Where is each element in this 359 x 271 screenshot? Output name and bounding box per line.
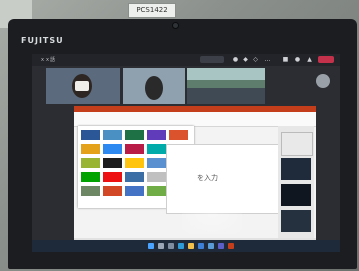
gallery-thumb[interactable]	[103, 186, 122, 196]
video-tile-1[interactable]	[46, 68, 120, 104]
start-icon[interactable]	[148, 243, 154, 249]
mail-icon[interactable]	[208, 243, 214, 249]
mic-icon[interactable]: ●	[294, 56, 301, 63]
gallery-thumb[interactable]	[81, 130, 100, 140]
gallery-thumb[interactable]	[125, 158, 144, 168]
camera-icon[interactable]: ■	[282, 56, 289, 63]
gallery-thumb[interactable]	[103, 158, 122, 168]
screen-glare	[182, 194, 242, 234]
design-idea[interactable]	[281, 158, 311, 180]
webcam	[172, 22, 179, 29]
more-icon[interactable]: …	[264, 56, 271, 63]
gallery-thumb[interactable]	[103, 144, 122, 154]
gallery-thumb[interactable]	[147, 130, 166, 140]
gallery-thumb[interactable]	[125, 144, 144, 154]
meeting-title: ｘｘ話	[40, 57, 56, 63]
windows-taskbar	[32, 240, 340, 252]
edge-icon[interactable]	[178, 243, 184, 249]
ppt-toolbar	[74, 112, 316, 127]
store-icon[interactable]	[198, 243, 204, 249]
teams-title-bar: ｘｘ話 ● ◆ ◇ … ■ ● ▲	[32, 54, 340, 66]
design-idea[interactable]	[281, 210, 311, 232]
slide-placeholder[interactable]: を入力	[197, 173, 218, 183]
students-row	[187, 88, 265, 104]
people-icon[interactable]: ●	[232, 56, 239, 63]
gallery-thumb[interactable]	[81, 158, 100, 168]
laptop-screen: ｘｘ話 ● ◆ ◇ … ■ ● ▲ を入力	[32, 54, 340, 252]
classroom-window	[187, 68, 265, 80]
gallery-thumb[interactable]	[103, 130, 122, 140]
gallery-thumb[interactable]	[147, 144, 166, 154]
photo-scene: PCS1422 FUJITSU ｘｘ話 ● ◆ ◇ … ■ ● ▲ を入力	[0, 0, 359, 271]
powerpoint-icon[interactable]	[228, 243, 234, 249]
gallery-thumb[interactable]	[103, 172, 122, 182]
gallery-thumb[interactable]	[81, 186, 100, 196]
design-idea[interactable]	[281, 132, 313, 156]
laptop-bezel: FUJITSU ｘｘ話 ● ◆ ◇ … ■ ● ▲ を入力	[8, 19, 357, 269]
participant-head	[145, 76, 163, 100]
gallery-thumb[interactable]	[125, 172, 144, 182]
gallery-thumb[interactable]	[147, 158, 166, 168]
teams-icon[interactable]	[218, 243, 224, 249]
gallery-thumb[interactable]	[81, 172, 100, 182]
explorer-icon[interactable]	[188, 243, 194, 249]
reaction-icon[interactable]: ◇	[252, 56, 259, 63]
share-screen-icon[interactable]: ▲	[306, 56, 313, 63]
face-mask	[75, 81, 89, 91]
gallery-thumb[interactable]	[169, 130, 188, 140]
search-icon[interactable]	[158, 243, 164, 249]
asset-sticker: PCS1422	[128, 3, 176, 18]
video-tile-2[interactable]	[123, 68, 185, 104]
design-idea[interactable]	[281, 184, 311, 206]
gallery-thumb[interactable]	[81, 144, 100, 154]
gallery-thumb[interactable]	[125, 186, 144, 196]
video-tile-classroom[interactable]	[187, 68, 265, 104]
design-ideas-pane	[278, 126, 314, 244]
gallery-thumb[interactable]	[147, 186, 166, 196]
chat-icon[interactable]: ◆	[242, 56, 249, 63]
task-view-icon[interactable]	[168, 243, 174, 249]
brand-logo: FUJITSU	[21, 36, 64, 45]
avatar[interactable]	[316, 74, 330, 88]
gallery-thumb[interactable]	[147, 172, 166, 182]
gallery-thumb[interactable]	[125, 130, 144, 140]
leave-button[interactable]	[318, 56, 334, 63]
share-button[interactable]	[200, 56, 224, 63]
